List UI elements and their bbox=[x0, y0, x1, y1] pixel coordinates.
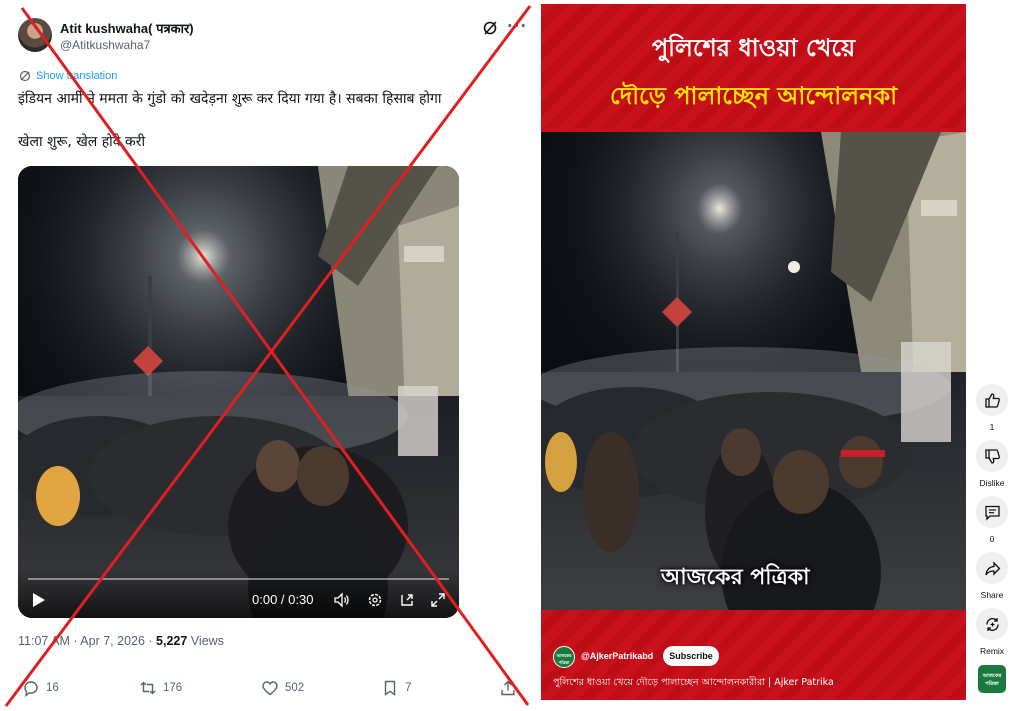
settings-icon[interactable] bbox=[367, 592, 383, 608]
author-name[interactable]: Atit kushwaha( पत्रकार) bbox=[60, 19, 194, 37]
crowd-video-frame bbox=[18, 166, 459, 618]
channel-thumbnail[interactable]: আজকের পত্রিকা bbox=[978, 665, 1006, 693]
channel-thumbnail-text: আজকের পত্রিকা bbox=[982, 673, 1002, 687]
video-time: 0:00 / 0:30 bbox=[252, 592, 314, 607]
volume-icon[interactable] bbox=[334, 592, 350, 608]
short-caption: পুলিশের ধাওয়া খেয়ে দৌড়ে পালাচ্ছেন আন্… bbox=[553, 677, 834, 688]
video-progress-bar[interactable] bbox=[28, 578, 449, 580]
short-video[interactable]: আজকের পত্রিকা bbox=[541, 132, 966, 610]
channel-avatar[interactable]: আজকের পত্রিকা bbox=[553, 646, 575, 668]
play-icon[interactable] bbox=[32, 592, 46, 608]
reply-count: 16 bbox=[46, 682, 59, 694]
views-label: Views bbox=[187, 634, 224, 648]
like-button[interactable]: 502 bbox=[261, 679, 304, 697]
bookmark-button[interactable]: 7 bbox=[381, 679, 411, 697]
author-avatar[interactable] bbox=[18, 18, 52, 52]
share-button[interactable] bbox=[499, 679, 517, 697]
headline-line-2: দৌড়ে পালাচ্ছেন আন্দোলনকা bbox=[609, 82, 898, 110]
pip-icon[interactable] bbox=[399, 592, 415, 608]
like-count: 1 bbox=[989, 422, 995, 432]
grok-icon[interactable] bbox=[482, 20, 498, 36]
like-count: 502 bbox=[285, 682, 305, 694]
show-translation-link[interactable]: Show translation bbox=[19, 70, 117, 82]
channel-avatar-text: আজকের পত্রিকা bbox=[556, 653, 572, 665]
comments-button[interactable] bbox=[976, 496, 1008, 528]
tweet-video-player[interactable]: 0:00 / 0:30 bbox=[18, 166, 459, 618]
subscribe-button[interactable]: Subscribe bbox=[663, 646, 719, 666]
screenshot-composite: Atit kushwaha( पत्रकार) @Atitkushwaha7 ·… bbox=[0, 0, 1019, 711]
tweet-text-line: इंडियन आर्मी ने ममता के गुंडो को खदेड़ना… bbox=[18, 91, 442, 107]
bookmark-icon bbox=[384, 680, 396, 696]
remix-button[interactable] bbox=[976, 608, 1008, 640]
share-icon bbox=[501, 680, 515, 696]
dislike-label: Dislike bbox=[979, 478, 1005, 488]
bookmark-count: 7 bbox=[405, 682, 412, 694]
crowd-video-frame bbox=[541, 132, 966, 610]
share-button[interactable] bbox=[976, 552, 1008, 584]
headline-banner: পুলিশের ধাওয়া খেয়ে দৌড়ে পালাচ্ছেন আন্… bbox=[541, 4, 966, 128]
remix-icon bbox=[985, 617, 999, 631]
thumbs-up-icon bbox=[984, 392, 1000, 408]
tweet-meta: 11:07 AM · Apr 7, 2026 · 5,227 Views bbox=[18, 634, 224, 648]
comment-icon bbox=[984, 505, 1000, 521]
dislike-button[interactable] bbox=[976, 440, 1008, 472]
translate-icon bbox=[19, 70, 31, 82]
tweet-text-line: खेला शुरू, खेल होवे करी bbox=[18, 134, 146, 150]
thumbs-down-icon bbox=[984, 448, 1000, 464]
share-label: Share bbox=[980, 590, 1004, 600]
like-button[interactable] bbox=[976, 384, 1008, 416]
channel-handle[interactable]: @AjkerPatrikabd bbox=[581, 651, 653, 661]
tweet-timestamp[interactable]: 11:07 AM · Apr 7, 2026 · bbox=[18, 634, 156, 648]
fullscreen-icon[interactable] bbox=[430, 592, 446, 608]
like-icon bbox=[262, 681, 278, 696]
headline-line-1: পুলিশের ধাওয়া খেয়ে bbox=[651, 34, 856, 62]
repost-icon bbox=[140, 681, 156, 695]
tweet-card: Atit kushwaha( पत्रकार) @Atitkushwaha7 ·… bbox=[0, 0, 537, 711]
show-translation-label: Show translation bbox=[36, 70, 118, 82]
repost-count: 176 bbox=[163, 682, 183, 694]
reply-button[interactable]: 16 bbox=[22, 679, 59, 697]
more-icon[interactable]: ··· bbox=[507, 17, 527, 35]
youtube-short-frame[interactable]: পুলিশের ধাওয়া খেয়ে দৌড়ে পালাচ্ছেন আন্… bbox=[541, 4, 966, 700]
channel-watermark: আজকের পত্রিকা bbox=[661, 565, 810, 590]
remix-label: Remix bbox=[979, 646, 1005, 656]
share-arrow-icon bbox=[984, 560, 1000, 576]
comment-count: 0 bbox=[989, 534, 995, 544]
author-handle[interactable]: @Atitkushwaha7 bbox=[60, 38, 150, 52]
tweet-action-bar: 16 176 502 7 bbox=[0, 679, 537, 701]
views-count: 5,227 bbox=[156, 634, 188, 648]
repost-button[interactable]: 176 bbox=[139, 679, 182, 697]
reply-icon bbox=[24, 681, 38, 697]
video-controls: 0:00 / 0:30 bbox=[18, 570, 459, 618]
